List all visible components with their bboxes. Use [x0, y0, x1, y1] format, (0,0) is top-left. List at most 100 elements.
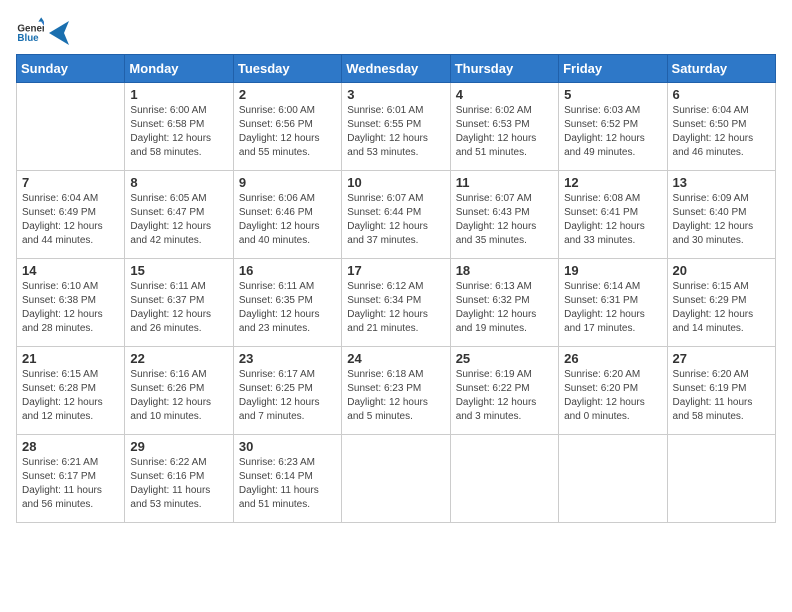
- day-number: 16: [239, 263, 336, 278]
- day-info: Sunrise: 6:20 AMSunset: 6:19 PMDaylight:…: [673, 368, 770, 424]
- calendar-cell: 8 Sunrise: 6:05 AMSunset: 6:47 PMDaylight…: [125, 171, 233, 259]
- calendar-day-header: Thursday: [450, 55, 558, 83]
- day-number: 8: [130, 175, 227, 190]
- day-number: 30: [239, 439, 336, 454]
- calendar-cell: 21Sunrise: 6:15 AMSunset: 6:28 PMDayligh…: [17, 347, 125, 435]
- day-info: Sunrise: 6:17 AMSunset: 6:25 PMDaylight:…: [239, 368, 336, 424]
- day-info: Sunrise: 6:07 AMSunset: 6:43 PMDaylight:…: [456, 192, 553, 248]
- calendar-day-header: Saturday: [667, 55, 775, 83]
- day-number: 14: [22, 263, 119, 278]
- day-info: Sunrise: 6:14 AMSunset: 6:31 PMDaylight:…: [564, 280, 661, 336]
- day-number: 17: [347, 263, 444, 278]
- calendar-cell: 30 Sunrise: 6:23 AMSunset: 6:14 PMDayligh…: [233, 435, 341, 523]
- calendar-cell: 22 Sunrise: 6:16 AMSunset: 6:26 PMDayligh…: [125, 347, 233, 435]
- day-info: Sunrise: 6:11 AMSunset: 6:37 PMDaylight:…: [130, 280, 227, 336]
- calendar-cell: 13 Sunrise: 6:09 AMSunset: 6:40 PMDayligh…: [667, 171, 775, 259]
- calendar-week-row: 28 Sunrise: 6:21 AMSunset: 6:17 PMDayligh…: [17, 435, 776, 523]
- logo-icon: General Blue: [16, 16, 44, 44]
- calendar-cell: 29 Sunrise: 6:22 AMSunset: 6:16 PMDayligh…: [125, 435, 233, 523]
- calendar-cell: [559, 435, 667, 523]
- calendar-cell: [667, 435, 775, 523]
- calendar-cell: 10 Sunrise: 6:07 AMSunset: 6:44 PMDayligh…: [342, 171, 450, 259]
- calendar-cell: [17, 83, 125, 171]
- calendar-cell: 18Sunrise: 6:13 AMSunset: 6:32 PMDayligh…: [450, 259, 558, 347]
- calendar-day-header: Friday: [559, 55, 667, 83]
- day-info: Sunrise: 6:00 AMSunset: 6:58 PMDaylight:…: [130, 104, 227, 160]
- calendar-cell: 17 Sunrise: 6:12 AMSunset: 6:34 PMDayligh…: [342, 259, 450, 347]
- calendar-week-row: 7 Sunrise: 6:04 AMSunset: 6:49 PMDaylight…: [17, 171, 776, 259]
- day-number: 12: [564, 175, 661, 190]
- calendar-cell: 6Sunrise: 6:04 AMSunset: 6:50 PMDaylight…: [667, 83, 775, 171]
- page-header: General Blue: [16, 16, 776, 44]
- day-number: 1: [130, 87, 227, 102]
- day-info: Sunrise: 6:21 AMSunset: 6:17 PMDaylight:…: [22, 456, 119, 512]
- day-info: Sunrise: 6:20 AMSunset: 6:20 PMDaylight:…: [564, 368, 661, 424]
- day-number: 10: [347, 175, 444, 190]
- calendar-day-header: Monday: [125, 55, 233, 83]
- day-info: Sunrise: 6:16 AMSunset: 6:26 PMDaylight:…: [130, 368, 227, 424]
- day-number: 9: [239, 175, 336, 190]
- calendar-cell: 19 Sunrise: 6:14 AMSunset: 6:31 PMDayligh…: [559, 259, 667, 347]
- calendar-week-row: 14 Sunrise: 6:10 AMSunset: 6:38 PMDayligh…: [17, 259, 776, 347]
- day-info: Sunrise: 6:09 AMSunset: 6:40 PMDaylight:…: [673, 192, 770, 248]
- calendar-day-header: Wednesday: [342, 55, 450, 83]
- day-number: 27: [673, 351, 770, 366]
- day-number: 3: [347, 87, 444, 102]
- day-number: 7: [22, 175, 119, 190]
- day-info: Sunrise: 6:06 AMSunset: 6:46 PMDaylight:…: [239, 192, 336, 248]
- calendar-cell: 4 Sunrise: 6:02 AMSunset: 6:53 PMDaylight…: [450, 83, 558, 171]
- day-number: 2: [239, 87, 336, 102]
- calendar-cell: 23Sunrise: 6:17 AMSunset: 6:25 PMDayligh…: [233, 347, 341, 435]
- day-info: Sunrise: 6:12 AMSunset: 6:34 PMDaylight:…: [347, 280, 444, 336]
- day-info: Sunrise: 6:08 AMSunset: 6:41 PMDaylight:…: [564, 192, 661, 248]
- calendar-cell: 26 Sunrise: 6:20 AMSunset: 6:20 PMDayligh…: [559, 347, 667, 435]
- calendar-week-row: 21Sunrise: 6:15 AMSunset: 6:28 PMDayligh…: [17, 347, 776, 435]
- calendar-cell: 27 Sunrise: 6:20 AMSunset: 6:19 PMDayligh…: [667, 347, 775, 435]
- day-number: 20: [673, 263, 770, 278]
- calendar-cell: 7 Sunrise: 6:04 AMSunset: 6:49 PMDaylight…: [17, 171, 125, 259]
- svg-text:Blue: Blue: [17, 33, 39, 44]
- day-number: 13: [673, 175, 770, 190]
- calendar-header-row: SundayMondayTuesdayWednesdayThursdayFrid…: [17, 55, 776, 83]
- day-info: Sunrise: 6:02 AMSunset: 6:53 PMDaylight:…: [456, 104, 553, 160]
- calendar-cell: 5Sunrise: 6:03 AMSunset: 6:52 PMDaylight…: [559, 83, 667, 171]
- day-number: 29: [130, 439, 227, 454]
- calendar-cell: 28 Sunrise: 6:21 AMSunset: 6:17 PMDayligh…: [17, 435, 125, 523]
- calendar-cell: [342, 435, 450, 523]
- day-number: 11: [456, 175, 553, 190]
- day-info: Sunrise: 6:04 AMSunset: 6:50 PMDaylight:…: [673, 104, 770, 160]
- day-info: Sunrise: 6:15 AMSunset: 6:29 PMDaylight:…: [673, 280, 770, 336]
- logo: General Blue: [16, 16, 70, 44]
- calendar-cell: 2 Sunrise: 6:00 AMSunset: 6:56 PMDaylight…: [233, 83, 341, 171]
- day-number: 19: [564, 263, 661, 278]
- day-number: 25: [456, 351, 553, 366]
- calendar-week-row: 1 Sunrise: 6:00 AMSunset: 6:58 PMDaylight…: [17, 83, 776, 171]
- day-info: Sunrise: 6:18 AMSunset: 6:23 PMDaylight:…: [347, 368, 444, 424]
- calendar-cell: 9 Sunrise: 6:06 AMSunset: 6:46 PMDaylight…: [233, 171, 341, 259]
- day-info: Sunrise: 6:01 AMSunset: 6:55 PMDaylight:…: [347, 104, 444, 160]
- day-number: 26: [564, 351, 661, 366]
- logo-bird-icon: [49, 21, 69, 45]
- day-info: Sunrise: 6:10 AMSunset: 6:38 PMDaylight:…: [22, 280, 119, 336]
- calendar-day-header: Tuesday: [233, 55, 341, 83]
- calendar-cell: [450, 435, 558, 523]
- calendar-table: SundayMondayTuesdayWednesdayThursdayFrid…: [16, 54, 776, 523]
- day-number: 28: [22, 439, 119, 454]
- day-info: Sunrise: 6:04 AMSunset: 6:49 PMDaylight:…: [22, 192, 119, 248]
- calendar-cell: 15Sunrise: 6:11 AMSunset: 6:37 PMDayligh…: [125, 259, 233, 347]
- day-number: 5: [564, 87, 661, 102]
- calendar-cell: 1 Sunrise: 6:00 AMSunset: 6:58 PMDaylight…: [125, 83, 233, 171]
- calendar-cell: 11 Sunrise: 6:07 AMSunset: 6:43 PMDayligh…: [450, 171, 558, 259]
- day-number: 22: [130, 351, 227, 366]
- day-info: Sunrise: 6:22 AMSunset: 6:16 PMDaylight:…: [130, 456, 227, 512]
- day-info: Sunrise: 6:11 AMSunset: 6:35 PMDaylight:…: [239, 280, 336, 336]
- calendar-cell: 3 Sunrise: 6:01 AMSunset: 6:55 PMDaylight…: [342, 83, 450, 171]
- day-info: Sunrise: 6:05 AMSunset: 6:47 PMDaylight:…: [130, 192, 227, 248]
- day-info: Sunrise: 6:23 AMSunset: 6:14 PMDaylight:…: [239, 456, 336, 512]
- calendar-day-header: Sunday: [17, 55, 125, 83]
- day-info: Sunrise: 6:15 AMSunset: 6:28 PMDaylight:…: [22, 368, 119, 424]
- day-number: 4: [456, 87, 553, 102]
- calendar-cell: 20 Sunrise: 6:15 AMSunset: 6:29 PMDayligh…: [667, 259, 775, 347]
- day-info: Sunrise: 6:00 AMSunset: 6:56 PMDaylight:…: [239, 104, 336, 160]
- day-info: Sunrise: 6:07 AMSunset: 6:44 PMDaylight:…: [347, 192, 444, 248]
